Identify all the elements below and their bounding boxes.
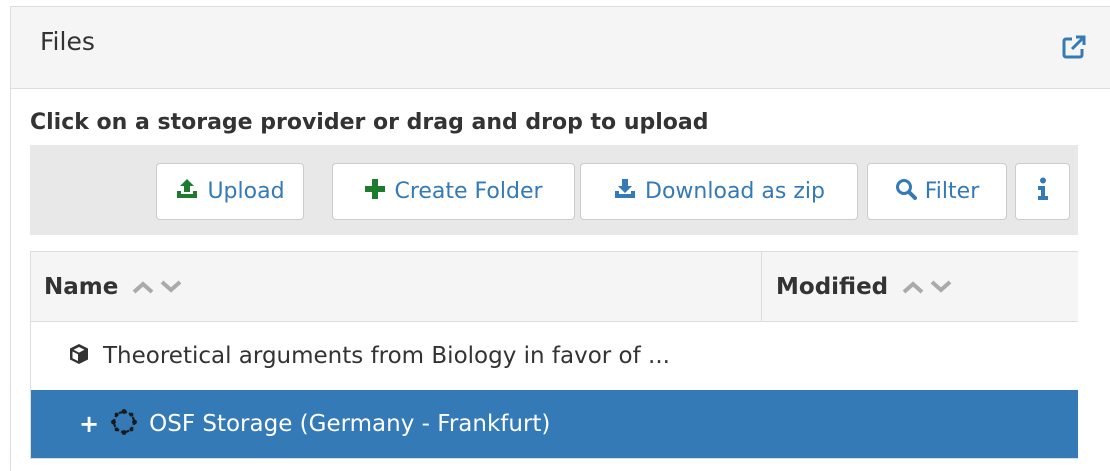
sort-descending-icon[interactable] xyxy=(160,280,182,294)
filter-button[interactable]: Filter xyxy=(867,163,1007,220)
search-icon xyxy=(895,178,917,206)
upload-button[interactable]: Upload xyxy=(156,163,304,220)
project-name[interactable]: Theoretical arguments from Biology in fa… xyxy=(103,343,670,369)
info-button[interactable] xyxy=(1015,163,1070,220)
project-row[interactable]: Theoretical arguments from Biology in fa… xyxy=(31,322,1078,390)
column-name-label: Name xyxy=(44,273,119,300)
column-modified: Modified xyxy=(762,252,1079,321)
column-modified-label: Modified xyxy=(776,273,889,300)
storage-name[interactable]: OSF Storage (Germany - Frankfurt) xyxy=(149,411,550,437)
sort-ascending-icon[interactable] xyxy=(902,280,924,294)
column-name: Name xyxy=(31,252,762,321)
download-zip-label: Download as zip xyxy=(645,179,825,204)
upload-icon xyxy=(175,178,199,206)
sort-ascending-icon[interactable] xyxy=(132,280,154,294)
filter-label: Filter xyxy=(924,179,980,204)
download-icon xyxy=(613,178,637,206)
modified-sort-controls[interactable] xyxy=(902,280,952,294)
panel-header: Files xyxy=(11,7,1110,89)
grid-header: Name Modified xyxy=(31,252,1078,322)
download-zip-button[interactable]: Download as zip xyxy=(580,163,858,220)
create-folder-button[interactable]: Create Folder xyxy=(332,163,575,220)
upload-instructions: Click on a storage provider or drag and … xyxy=(30,110,709,135)
sort-descending-icon[interactable] xyxy=(930,280,952,294)
external-link-icon[interactable] xyxy=(1060,33,1088,61)
plus-icon xyxy=(364,178,386,206)
cube-icon xyxy=(69,343,89,369)
info-icon xyxy=(1037,177,1049,207)
create-folder-label: Create Folder xyxy=(394,179,543,204)
panel-title: Files xyxy=(40,27,95,56)
storage-icon xyxy=(109,407,139,441)
expand-toggle[interactable]: + xyxy=(79,410,99,438)
storage-row[interactable]: + OSF Storage (Germany - Frankfurt) xyxy=(31,390,1078,458)
upload-label: Upload xyxy=(207,179,285,204)
file-grid: Name Modified Theoretical arguments from… xyxy=(30,251,1078,459)
name-sort-controls[interactable] xyxy=(132,280,182,294)
file-toolbar: Upload Create Folder Download as zip Fil… xyxy=(30,145,1078,235)
